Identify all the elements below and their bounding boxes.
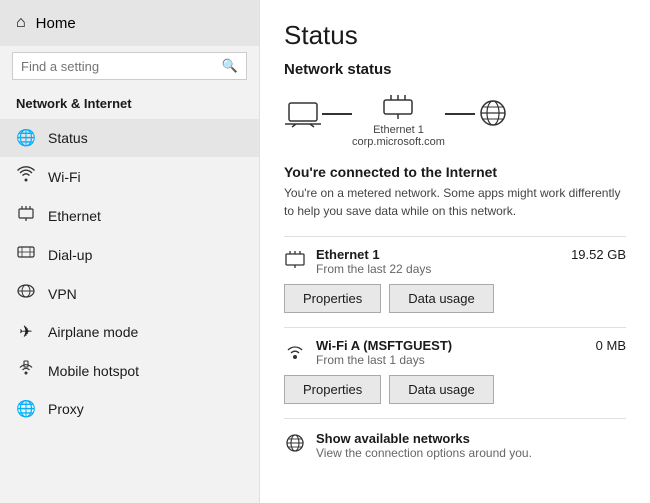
show-networks[interactable]: Show available networks View the connect… bbox=[284, 418, 626, 460]
wifi-name: Wi-Fi A (MSFTGUEST) bbox=[316, 338, 452, 353]
sidebar-item-status-label: Status bbox=[48, 130, 88, 146]
main-content: Status Network status Ethernet bbox=[260, 0, 650, 503]
wifi-sub: From the last 1 days bbox=[316, 353, 452, 367]
sidebar-item-wifi-label: Wi-Fi bbox=[48, 169, 81, 185]
sidebar-item-airplane[interactable]: ✈ Airplane mode bbox=[0, 313, 259, 351]
ethernet-card-icon bbox=[284, 249, 306, 274]
connection-label: Ethernet 1 corp.microsoft.com bbox=[352, 124, 445, 148]
sidebar-item-hotspot-label: Mobile hotspot bbox=[48, 363, 139, 379]
network-card-ethernet: Ethernet 1 From the last 22 days 19.52 G… bbox=[284, 236, 626, 323]
network-card-ethernet-header: Ethernet 1 From the last 22 days 19.52 G… bbox=[284, 247, 626, 276]
sidebar-section-title: Network & Internet bbox=[0, 90, 259, 119]
proxy-icon: 🌐 bbox=[16, 399, 36, 419]
network-card-wifi-header: Wi-Fi A (MSFTGUEST) From the last 1 days… bbox=[284, 338, 626, 367]
globe-diagram-icon bbox=[475, 99, 511, 141]
line1 bbox=[322, 113, 352, 115]
globe-icon: 🌐 bbox=[16, 128, 36, 148]
sidebar-item-hotspot[interactable]: Mobile hotspot bbox=[0, 351, 259, 390]
ethernet-buttons: Properties Data usage bbox=[284, 284, 626, 313]
ethernet-name: Ethernet 1 bbox=[316, 247, 431, 262]
sidebar-item-ethernet-label: Ethernet bbox=[48, 208, 101, 224]
sidebar-item-proxy-label: Proxy bbox=[48, 401, 84, 417]
page-title: Status bbox=[284, 20, 626, 51]
laptop-diagram-icon bbox=[284, 99, 322, 141]
network-card-wifi: Wi-Fi A (MSFTGUEST) From the last 1 days… bbox=[284, 327, 626, 414]
show-networks-info: Show available networks View the connect… bbox=[316, 431, 532, 460]
connected-sub: You're on a metered network. Some apps m… bbox=[284, 184, 626, 220]
sidebar-item-status[interactable]: 🌐 Status bbox=[0, 119, 259, 157]
sidebar-home-label: Home bbox=[36, 15, 76, 32]
sidebar-item-wifi[interactable]: Wi-Fi bbox=[0, 157, 259, 196]
sidebar-item-airplane-label: Airplane mode bbox=[48, 324, 138, 340]
ethernet-data: 19.52 GB bbox=[571, 247, 626, 262]
connected-message: You're connected to the Internet bbox=[284, 164, 626, 180]
search-input[interactable] bbox=[21, 59, 216, 74]
wifi-info: Wi-Fi A (MSFTGUEST) From the last 1 days bbox=[316, 338, 452, 367]
show-networks-sub: View the connection options around you. bbox=[316, 446, 532, 460]
wifi-buttons: Properties Data usage bbox=[284, 375, 626, 404]
sidebar-item-ethernet[interactable]: Ethernet bbox=[0, 196, 259, 235]
wifi-properties-button[interactable]: Properties bbox=[284, 375, 381, 404]
ethernet-info: Ethernet 1 From the last 22 days bbox=[316, 247, 431, 276]
wifi-datausage-button[interactable]: Data usage bbox=[389, 375, 494, 404]
ethernet-datausage-button[interactable]: Data usage bbox=[389, 284, 494, 313]
sidebar-item-home[interactable]: ⌂ Home bbox=[0, 0, 259, 46]
sidebar-item-proxy[interactable]: 🌐 Proxy bbox=[0, 390, 259, 428]
sidebar-item-vpn-label: VPN bbox=[48, 286, 77, 302]
home-icon: ⌂ bbox=[16, 14, 26, 32]
network-diagram: Ethernet 1 corp.microsoft.com bbox=[284, 92, 626, 148]
ethernet-icon bbox=[16, 205, 36, 226]
ethernet-sub: From the last 22 days bbox=[316, 262, 431, 276]
hotspot-icon bbox=[16, 360, 36, 381]
airplane-icon: ✈ bbox=[16, 322, 36, 342]
wifi-icon bbox=[16, 166, 36, 187]
router-diagram-icon: Ethernet 1 corp.microsoft.com bbox=[352, 92, 445, 148]
sidebar: ⌂ Home 🔍 Network & Internet 🌐 Status Wi-… bbox=[0, 0, 260, 503]
dialup-icon bbox=[16, 244, 36, 265]
network-card-wifi-left: Wi-Fi A (MSFTGUEST) From the last 1 days bbox=[284, 338, 452, 367]
vpn-icon bbox=[16, 283, 36, 304]
wifi-card-icon bbox=[284, 340, 306, 365]
wifi-data: 0 MB bbox=[596, 338, 626, 353]
sidebar-item-vpn[interactable]: VPN bbox=[0, 274, 259, 313]
network-status-title: Network status bbox=[284, 61, 626, 78]
sidebar-item-dialup[interactable]: Dial-up bbox=[0, 235, 259, 274]
search-icon: 🔍 bbox=[222, 58, 238, 74]
ethernet-properties-button[interactable]: Properties bbox=[284, 284, 381, 313]
search-box: 🔍 bbox=[12, 52, 247, 80]
show-networks-icon bbox=[284, 433, 306, 458]
network-card-ethernet-left: Ethernet 1 From the last 22 days bbox=[284, 247, 431, 276]
line2 bbox=[445, 113, 475, 115]
show-networks-title: Show available networks bbox=[316, 431, 532, 446]
sidebar-item-dialup-label: Dial-up bbox=[48, 247, 92, 263]
